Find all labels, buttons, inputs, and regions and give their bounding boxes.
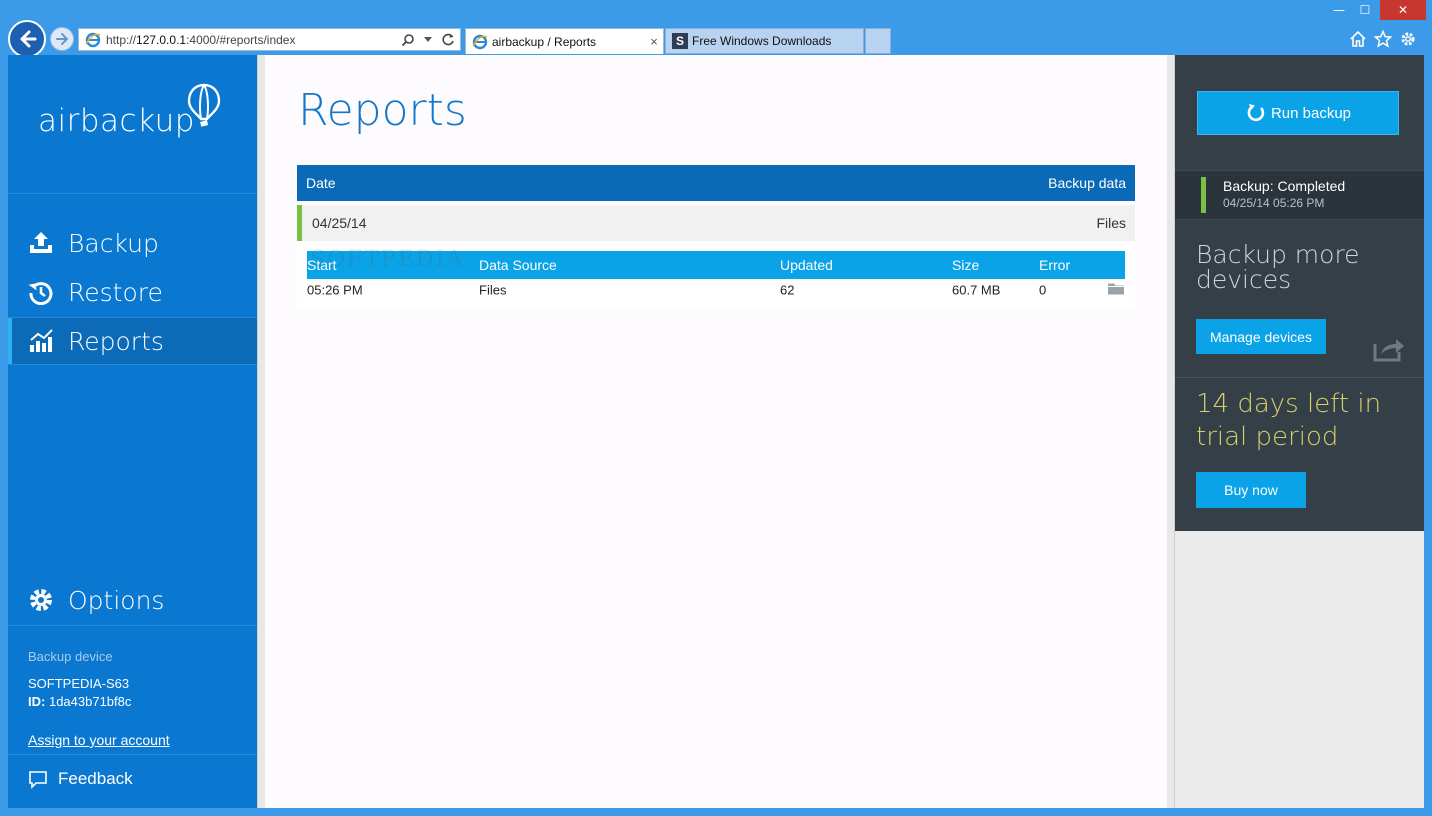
run-backup-label: Run backup <box>1270 104 1352 122</box>
feedback-button[interactable]: Feedback <box>8 763 257 795</box>
browser-chrome: http://127.0.0.1:4000/#reports/index air… <box>0 0 1432 58</box>
tab-label: airbackup / Reports <box>492 34 597 49</box>
address-url[interactable]: http://127.0.0.1:4000/#reports/index <box>106 33 400 47</box>
page-title: Reports <box>298 85 467 136</box>
sidebar-item-label: Options <box>68 585 165 615</box>
manage-devices-button[interactable]: Manage devices <box>1196 319 1326 354</box>
detail-table-header: Start Data Source Updated Size Error <box>307 251 1125 279</box>
brand-area: airbackup <box>8 55 257 194</box>
sidebar: airbackup Backup Restore Reports Options… <box>8 55 257 808</box>
chart-icon <box>30 329 53 352</box>
folder-icon <box>1108 283 1124 295</box>
search-dropdown[interactable] <box>420 32 436 48</box>
close-tab-button[interactable]: × <box>647 34 661 49</box>
table-row[interactable]: 04/25/14 Files <box>297 205 1135 241</box>
data-source: Files <box>479 282 507 298</box>
tab-free-windows-downloads[interactable]: S Free Windows Downloads <box>665 28 864 54</box>
star-icon[interactable] <box>1374 30 1392 48</box>
backup-more-devices-heading: Backup more devices <box>1196 240 1360 294</box>
tab-airbackup-reports[interactable]: airbackup / Reports × <box>465 28 664 54</box>
home-icon[interactable] <box>1349 30 1367 48</box>
refresh-icon <box>441 33 454 46</box>
start-time: 05:26 PM <box>307 282 363 298</box>
device-id-label: ID: <box>28 694 46 709</box>
start-column-header: Start <box>307 257 337 273</box>
refresh-button[interactable] <box>440 32 456 48</box>
updated-count: 62 <box>780 282 795 298</box>
brand-logo-text: airbackup <box>38 103 195 139</box>
ie-logo-icon <box>85 32 101 47</box>
sidebar-item-restore[interactable]: Restore <box>8 268 257 316</box>
sidebar-item-backup[interactable]: Backup <box>8 219 257 267</box>
share-icon[interactable] <box>1372 335 1406 363</box>
sidebar-item-reports[interactable]: Reports <box>8 317 257 365</box>
backup-size: 60.7 MB <box>952 282 1001 298</box>
right-panel-divider <box>1175 377 1424 378</box>
speech-bubble-icon <box>29 771 47 789</box>
data-source-column-header: Data Source <box>479 257 557 273</box>
sidebar-divider <box>8 625 257 626</box>
report-detail: Start Data Source Updated Size Error 05:… <box>297 245 1135 309</box>
right-panel: Run backup Backup: Completed 04/25/14 05… <box>1175 55 1424 808</box>
tab-label: Free Windows Downloads <box>692 34 832 48</box>
report-date: 04/25/14 <box>312 215 367 231</box>
updated-column-header: Updated <box>780 257 833 273</box>
sidebar-item-label: Backup <box>68 228 159 258</box>
sidebar-item-label: Reports <box>68 326 164 356</box>
chevron-down-icon <box>424 36 432 42</box>
upload-icon <box>30 232 52 253</box>
device-id-value: 1da43b71bf8c <box>48 694 132 709</box>
sync-icon <box>1247 104 1265 122</box>
back-arrow-icon <box>20 30 37 48</box>
sidebar-divider <box>8 754 257 755</box>
status-time: 04/25/14 05:26 PM <box>1223 196 1325 210</box>
gear-icon <box>30 589 52 611</box>
open-folder-button[interactable] <box>1107 282 1125 299</box>
ie-logo-icon <box>472 34 488 49</box>
maximize-button[interactable]: ☐ <box>1352 0 1378 20</box>
assign-account-link[interactable]: Assign to your account <box>28 732 170 748</box>
forward-arrow-icon <box>56 33 69 45</box>
back-button[interactable] <box>8 20 46 58</box>
backup-device-label: Backup device <box>28 649 113 664</box>
softpedia-logo-icon: S <box>672 33 688 49</box>
status-indicator <box>1201 177 1206 213</box>
run-backup-button[interactable]: Run backup <box>1197 91 1399 135</box>
buy-now-button[interactable]: Buy now <box>1196 472 1306 508</box>
sidebar-item-options[interactable]: Options <box>8 576 257 624</box>
new-tab-button[interactable] <box>865 28 891 54</box>
content-frame-right <box>1167 55 1175 808</box>
date-column-header: Date <box>306 175 336 191</box>
content-frame-left <box>257 55 265 808</box>
sidebar-item-label: Restore <box>68 277 163 307</box>
gear-icon[interactable] <box>1399 30 1417 48</box>
feedback-label: Feedback <box>58 769 133 788</box>
minimize-button[interactable]: — <box>1326 0 1352 20</box>
forward-button[interactable] <box>50 27 74 51</box>
history-icon <box>28 282 53 305</box>
right-panel-dark: Run backup Backup: Completed 04/25/14 05… <box>1175 55 1424 531</box>
address-bar[interactable]: http://127.0.0.1:4000/#reports/index <box>78 28 461 51</box>
backup-data-column-header: Backup data <box>1048 175 1126 191</box>
balloon-icon <box>187 83 221 127</box>
search-icon <box>401 33 414 46</box>
reports-main: Reports Date Backup data 04/25/14 Files … <box>265 55 1167 808</box>
error-column-header: Error <box>1039 257 1071 273</box>
reports-table-header: Date Backup data <box>297 165 1135 201</box>
device-name: SOFTPEDIA-S63 <box>28 676 130 691</box>
close-window-button[interactable]: ✕ <box>1380 0 1426 20</box>
status-title: Backup: Completed <box>1223 178 1346 194</box>
report-data: Files <box>1096 215 1126 231</box>
table-row: 05:26 PM Files 62 60.7 MB 0 <box>307 279 1125 301</box>
backup-status: Backup: Completed 04/25/14 05:26 PM <box>1175 170 1424 220</box>
device-id: ID: 1da43b71bf8c <box>28 694 131 709</box>
search-button[interactable] <box>400 32 416 48</box>
trial-notice: 14 days left in trial period <box>1196 389 1382 452</box>
size-column-header: Size <box>952 257 980 273</box>
error-count: 0 <box>1039 282 1047 298</box>
